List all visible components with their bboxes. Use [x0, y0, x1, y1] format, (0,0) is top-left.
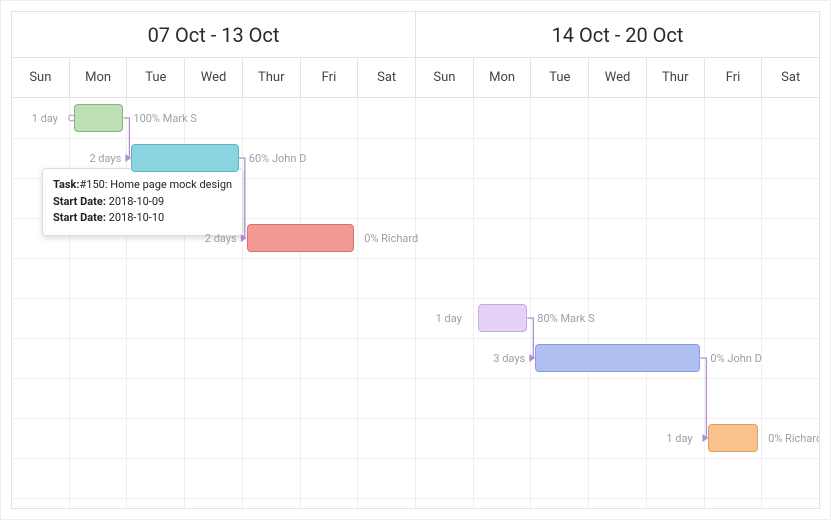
day-header-cell: Tue [530, 58, 588, 98]
task-right-label: 0% Richard [364, 232, 418, 245]
day-header-cell: Wed [184, 58, 242, 98]
gantt-task-bar[interactable] [131, 144, 238, 172]
gantt-task-bar[interactable] [535, 344, 700, 372]
day-header-cell: Sun [415, 58, 473, 98]
task-right-label: 60% John D [249, 152, 307, 165]
task-right-label: 100% Mark S [133, 112, 196, 125]
week-title: 14 Oct - 20 Oct [415, 12, 819, 58]
gantt-task-bar[interactable] [478, 304, 528, 332]
task-right-label: 0% John D [710, 352, 761, 365]
day-header-cell: Mon [69, 58, 127, 98]
day-header-cell: Thur [646, 58, 704, 98]
task-duration-label: 1 day [666, 432, 692, 445]
task-tooltip: Task:#150: Home page mock design Start D… [42, 168, 243, 236]
task-duration-label: 1 day [32, 112, 58, 125]
task-duration-label: 1 day [436, 312, 462, 325]
day-header-cell: Sat [357, 58, 415, 98]
task-duration-label: 3 days [493, 352, 525, 365]
day-header-cell: Mon [473, 58, 531, 98]
week-title: 07 Oct - 13 Oct [12, 12, 415, 58]
task-duration-label: 2 days [205, 232, 237, 245]
day-header-cell: Fri [300, 58, 358, 98]
task-right-label: 80% Mark S [537, 312, 594, 325]
day-header-cell: Fri [704, 58, 762, 98]
day-header-cell: Wed [588, 58, 646, 98]
gantt-week-headers: 07 Oct - 13 Oct14 Oct - 20 Oct [12, 12, 819, 58]
gantt-task-bar[interactable] [247, 224, 354, 252]
tooltip-start-value: 2018-10-09 [109, 195, 165, 208]
tooltip-start-label: Start Date: [53, 195, 106, 208]
gantt-task-bar[interactable] [74, 104, 124, 132]
day-header-cell: Thur [242, 58, 300, 98]
tooltip-task-label: Task: [53, 178, 80, 191]
gantt-day-headers: SunMonTueWedThurFriSatSunMonTueWedThurFr… [12, 58, 819, 98]
gantt-grid: Task:#150: Home page mock design Start D… [12, 98, 819, 508]
gantt-task-bar[interactable] [708, 424, 758, 452]
tooltip-task-value: #150: Home page mock design [80, 178, 233, 191]
task-right-label: 0% Richard [768, 432, 820, 445]
task-duration-label: 2 days [89, 152, 121, 165]
tooltip-end-value: 2018-10-10 [109, 211, 165, 224]
day-header-cell: Sun [12, 58, 69, 98]
day-header-cell: Sat [761, 58, 819, 98]
day-header-cell: Tue [126, 58, 184, 98]
tooltip-end-label: Start Date: [53, 211, 106, 224]
